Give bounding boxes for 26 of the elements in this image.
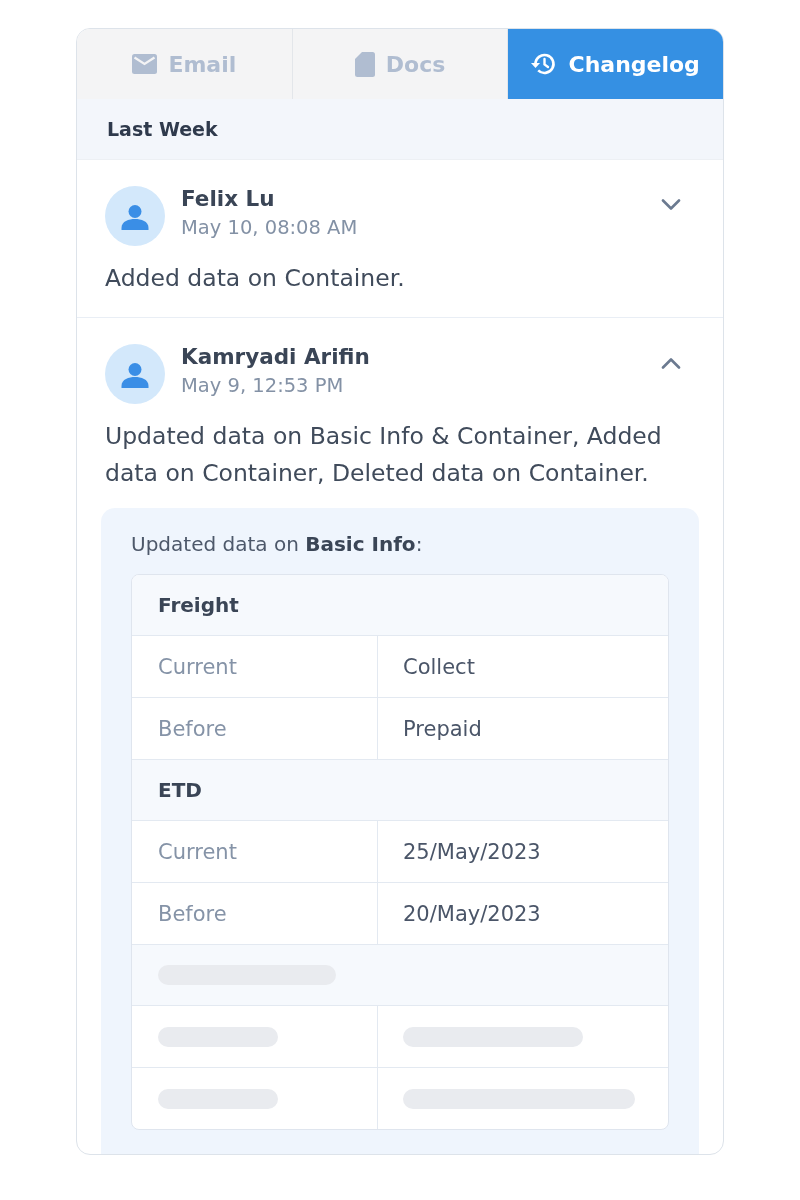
table-cell: Current bbox=[132, 821, 378, 882]
tab[interactable]: Changelog bbox=[508, 29, 723, 99]
history-icon bbox=[531, 52, 558, 76]
field-name-cell: Freight bbox=[132, 575, 668, 635]
envelope-icon bbox=[132, 54, 158, 74]
tab[interactable]: Docs bbox=[292, 29, 509, 99]
table-cell-text: 20/May/2023 bbox=[402, 900, 542, 928]
table-cell-text: 25/May/2023 bbox=[402, 838, 542, 866]
change-summary: Added data on Container. bbox=[105, 263, 406, 294]
section-header: Last Week bbox=[77, 99, 723, 160]
document-icon bbox=[354, 51, 375, 77]
details-title: Updated data on Basic Info: bbox=[131, 531, 424, 558]
table-cell-text: Collect bbox=[402, 653, 476, 681]
author-name: Felix Lu bbox=[181, 185, 276, 213]
author-name: Kamryadi Arifin bbox=[181, 343, 371, 371]
chevron-up-icon[interactable] bbox=[661, 357, 681, 369]
tab[interactable]: Email bbox=[77, 29, 293, 99]
avatar-icon bbox=[105, 186, 165, 246]
avatar-icon bbox=[105, 344, 165, 404]
chevron-down-icon[interactable] bbox=[661, 199, 681, 211]
table-cell: Current bbox=[132, 636, 378, 697]
change-summary: Updated data on Basic Info & Container, Added data on Container, Deleted data on Container. bbox=[105, 421, 663, 489]
table-cell-text: Prepaid bbox=[402, 715, 483, 743]
timestamp: May 10, 08:08 AM bbox=[181, 215, 359, 241]
field-name-cell: ETD bbox=[132, 759, 668, 820]
timestamp: May 9, 12:53 PM bbox=[181, 373, 345, 399]
